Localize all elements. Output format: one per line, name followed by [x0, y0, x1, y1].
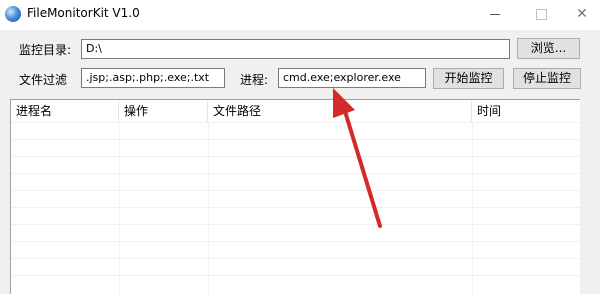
row-divider [11, 156, 580, 157]
window-title: FileMonitorKit V1.0 [27, 6, 140, 20]
column-divider [119, 122, 120, 294]
window-edge [580, 99, 600, 294]
close-button[interactable]: ✕ [564, 0, 600, 30]
row-divider [11, 224, 580, 225]
column-divider [472, 122, 473, 294]
column-header-operation[interactable]: 操作 [119, 100, 208, 122]
minimize-button[interactable] [472, 0, 518, 30]
stop-monitor-button[interactable]: 停止监控 [513, 68, 581, 89]
monitor-dir-input[interactable]: D:\ [81, 39, 510, 59]
column-divider [208, 122, 209, 294]
row-divider [11, 173, 580, 174]
row-divider [11, 275, 580, 276]
file-filter-label: 文件过滤 [19, 73, 68, 87]
row-divider [11, 207, 580, 208]
minimize-icon [490, 13, 500, 15]
maximize-icon [535, 8, 547, 20]
process-label: 进程: [240, 73, 269, 87]
title-bar: FileMonitorKit V1.0 ✕ [0, 0, 600, 30]
maximize-button[interactable] [518, 0, 564, 30]
process-input[interactable]: cmd.exe;explorer.exe [278, 68, 426, 88]
column-header-path[interactable]: 文件路径 [208, 100, 472, 122]
row-divider [11, 190, 580, 191]
column-header-process[interactable]: 进程名 [11, 100, 119, 122]
monitor-log-list[interactable]: 进程名 操作 文件路径 时间 [10, 99, 580, 294]
browse-button[interactable]: 浏览... [517, 38, 580, 59]
monitor-dir-label: 监控目录: [19, 43, 72, 57]
start-monitor-button[interactable]: 开始监控 [433, 68, 504, 89]
file-filter-input[interactable]: .jsp;.asp;.php;.exe;.txt [81, 68, 225, 88]
close-icon: ✕ [576, 6, 588, 22]
globe-icon [5, 6, 21, 22]
row-divider [11, 139, 580, 140]
row-divider [11, 241, 580, 242]
row-divider [11, 122, 580, 123]
row-divider [11, 258, 580, 259]
column-header-time[interactable]: 时间 [472, 100, 580, 122]
